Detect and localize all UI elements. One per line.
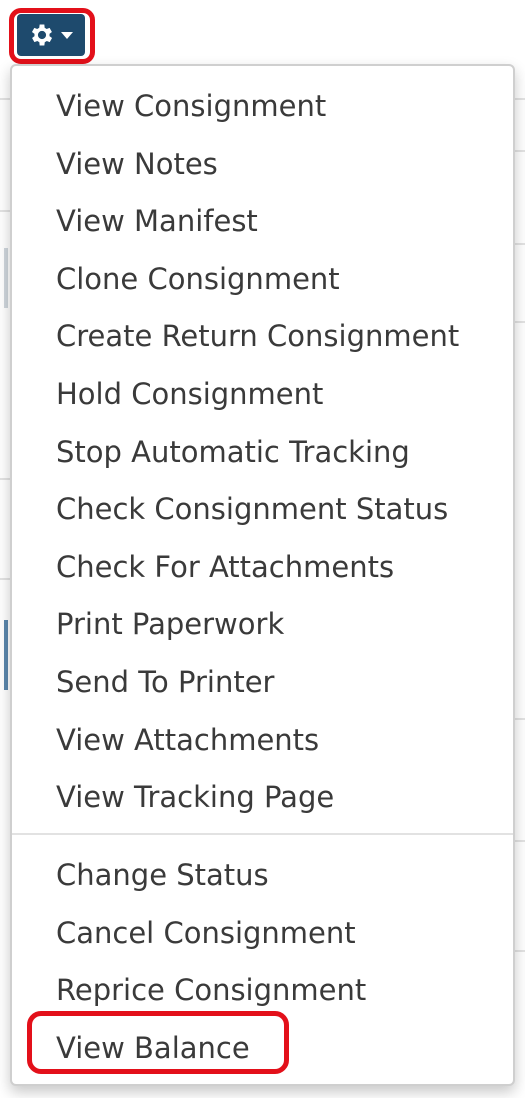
menu-divider bbox=[12, 832, 513, 835]
menu-item-check-for-attachments[interactable]: Check For Attachments bbox=[12, 539, 513, 597]
actions-dropdown-menu: View Consignment View Notes View Manifes… bbox=[10, 64, 515, 1086]
menu-item-change-status[interactable]: Change Status bbox=[12, 847, 513, 905]
menu-item-view-consignment[interactable]: View Consignment bbox=[12, 78, 513, 136]
background-row-marker bbox=[4, 248, 8, 308]
settings-dropdown-button[interactable] bbox=[17, 14, 85, 56]
menu-item-print-paperwork[interactable]: Print Paperwork bbox=[12, 596, 513, 654]
menu-item-create-return-consignment[interactable]: Create Return Consignment bbox=[12, 308, 513, 366]
menu-group-actions: View Consignment View Notes View Manifes… bbox=[12, 78, 513, 839]
menu-item-clone-consignment[interactable]: Clone Consignment bbox=[12, 251, 513, 309]
menu-item-reprice-consignment[interactable]: Reprice Consignment bbox=[12, 962, 513, 1020]
menu-item-check-consignment-status[interactable]: Check Consignment Status bbox=[12, 481, 513, 539]
menu-item-stop-automatic-tracking[interactable]: Stop Automatic Tracking bbox=[12, 424, 513, 482]
menu-item-view-balance[interactable]: View Balance bbox=[12, 1020, 513, 1078]
menu-item-view-manifest[interactable]: View Manifest bbox=[12, 193, 513, 251]
menu-item-view-attachments[interactable]: View Attachments bbox=[12, 712, 513, 770]
menu-item-view-tracking-page[interactable]: View Tracking Page bbox=[12, 769, 513, 827]
menu-group-status: Change Status Cancel Consignment Reprice… bbox=[12, 847, 513, 1077]
gear-icon bbox=[28, 21, 56, 49]
menu-item-cancel-consignment[interactable]: Cancel Consignment bbox=[12, 905, 513, 963]
background-row-marker bbox=[4, 620, 8, 690]
menu-item-hold-consignment[interactable]: Hold Consignment bbox=[12, 366, 513, 424]
menu-item-send-to-printer[interactable]: Send To Printer bbox=[12, 654, 513, 712]
caret-down-icon bbox=[60, 30, 74, 40]
menu-item-view-notes[interactable]: View Notes bbox=[12, 136, 513, 194]
